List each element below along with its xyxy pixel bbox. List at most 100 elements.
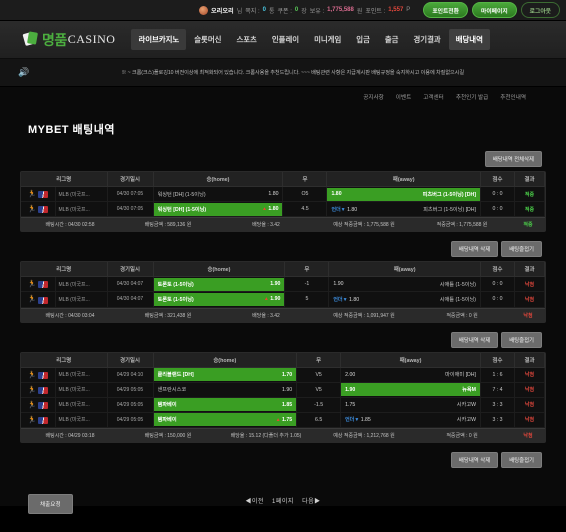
- stat-label-1: 쿠폰 :: [277, 8, 292, 15]
- nav-item-sports[interactable]: 스포츠: [229, 29, 263, 50]
- next-page-button[interactable]: 다음▶: [302, 499, 321, 505]
- match-score: 0 : 0: [480, 276, 515, 293]
- bet-option[interactable]: 언더▼ 1.80 시애틀 (1-5이닝): [329, 292, 480, 306]
- row-result: 낙첨: [514, 291, 545, 308]
- baseball-player-icon: 🏃: [27, 416, 37, 424]
- baseball-player-icon: 🏃: [27, 296, 37, 304]
- team-name: 토론토 (1-5이닝): [157, 296, 194, 303]
- league-flag-icon: [37, 371, 48, 379]
- table-row: 🏃 MLB (미국프... 04/30 07:05 워싱턴 [DH] (1-5이닝) …: [21, 186, 545, 203]
- sublink-support[interactable]: 고객센터: [423, 93, 444, 101]
- baseball-player-icon: 🏃: [27, 386, 37, 394]
- odd-value: 1.90: [270, 281, 281, 288]
- draw-handicap: 6.5: [296, 412, 342, 429]
- team-name: 시애틀 (1-5이닝): [439, 281, 476, 288]
- fold-block-button[interactable]: 배팅줄접기: [501, 331, 542, 348]
- draw-handicap: -1: [284, 276, 330, 293]
- team-name: 토론토 (1-5이닝): [157, 281, 194, 288]
- match-score: 0 : 0: [480, 201, 515, 218]
- league-flag-icon: [37, 191, 48, 199]
- delete-all-button[interactable]: 배당내역 전체삭제: [484, 151, 542, 167]
- table-row: 🏃 MLB (미국프... 04/30 04:07 토론토 (1-5이닝) ▲ 1.90…: [21, 291, 545, 308]
- bet-summary: 배팅시간 : 04/30 02:58 배팅금액 : 589,136 원 배당율 : …: [21, 217, 545, 232]
- home-cell: 샌프란시스코 1.90: [153, 382, 298, 398]
- bet-option[interactable]: 클리블랜드 [DH] 1.70: [153, 368, 297, 382]
- league-name: MLB (미국프...: [55, 276, 108, 293]
- bet-option[interactable]: 토론토 (1-5이닝) 1.90: [153, 277, 285, 291]
- sub-links: 공지사항 이벤트 고객센터 추천인기 발급 추천인내역: [0, 87, 566, 107]
- sublink-referral-history[interactable]: 추천인내역: [500, 93, 526, 101]
- top-bar-buttons: 포인트전환 마이페이지 로그아웃: [423, 2, 560, 18]
- odd-value: 1.70: [282, 371, 293, 378]
- table-header-row: 리그명 경기일시 승(home) 무 패(away) 점수 결과: [21, 262, 545, 278]
- match-datetime: 04/29 05:05: [107, 382, 154, 398]
- summary-hit: 적중금액 : 0 원: [446, 312, 478, 319]
- col-league: 리그명: [21, 172, 108, 187]
- logout-button[interactable]: 로그아웃: [520, 2, 560, 18]
- team-name: 샌프란시스코: [157, 387, 187, 394]
- bet-option[interactable]: 탬파베이 1.85: [153, 398, 297, 412]
- odd-value: 2.00: [345, 371, 356, 378]
- bet-option[interactable]: 탬파베이 ▲ 1.75: [153, 413, 297, 427]
- summary-time: 배팅시간 : 04/30 02:58: [45, 222, 95, 229]
- away-cell: 언더▼ 1.80 피츠버그 (1-5이닝) [DH]: [326, 201, 481, 218]
- nav-item-results[interactable]: 경기결과: [406, 29, 447, 50]
- prev-page-button[interactable]: ◀이전: [245, 499, 264, 505]
- row-result: 낙첨: [514, 382, 545, 398]
- odd-value: 언더▼ 1.80: [333, 296, 360, 303]
- bet-option[interactable]: 샌프란시스코 1.90: [153, 383, 297, 397]
- block-buttons: 배당내역 삭제 배팅줄접기: [20, 331, 546, 348]
- fold-block-button[interactable]: 배팅줄접기: [501, 241, 542, 258]
- bet-summary: 배팅시간 : 04/30 03:04 배팅금액 : 321,438 원 배당율 : …: [21, 307, 545, 322]
- bet-option[interactable]: 1.75 시카고W: [341, 398, 480, 412]
- nav-item-live-casino[interactable]: 라이브카지노: [131, 29, 187, 50]
- match-score: 0 : 0: [480, 291, 515, 308]
- bet-option[interactable]: 언더▼ 1.80 피츠버그 (1-5이닝) [DH]: [327, 202, 480, 216]
- nav-item-withdraw[interactable]: 출금: [378, 29, 406, 50]
- row-result: 낙첨: [514, 276, 545, 293]
- delete-block-button[interactable]: 배당내역 삭제: [450, 452, 499, 468]
- nav-item-minigame[interactable]: 미니게임: [307, 29, 348, 50]
- col-home: 승(home): [153, 352, 298, 368]
- col-result: 결과: [514, 352, 545, 368]
- nav-item-deposit[interactable]: 입금: [349, 29, 377, 50]
- draw-handicap: -1.5: [296, 397, 342, 413]
- sublink-event[interactable]: 이벤트: [396, 93, 411, 101]
- mypage-button[interactable]: 마이페이지: [471, 2, 517, 18]
- delete-block-button[interactable]: 배당내역 삭제: [450, 331, 499, 348]
- odd-value: 1.90: [282, 386, 293, 393]
- league-name: MLB (미국프...: [55, 201, 108, 218]
- point-exchange-button[interactable]: 포인트전환: [423, 2, 468, 18]
- bet-option[interactable]: 워싱턴 [DH] (1-5이닝) 1.80: [153, 187, 283, 201]
- fold-block-button[interactable]: 배팅줄접기: [501, 452, 542, 468]
- nav-item-inplay[interactable]: 인플레이: [265, 29, 306, 50]
- bet-option[interactable]: 언더▼ 1.85 시카고W: [341, 413, 480, 427]
- nav-item-slot[interactable]: 슬롯머신: [187, 29, 228, 50]
- bet-option[interactable]: 토론토 (1-5이닝) ▲ 1.90: [153, 292, 285, 306]
- summary-expected: 예상 적중금액 : 1,091,947 원: [333, 312, 395, 319]
- summary-time: 배팅시간 : 04/30 03:04: [45, 312, 95, 319]
- stat-unit-2: 원: [356, 8, 363, 15]
- site-logo[interactable]: 명품 CASINO: [22, 30, 115, 50]
- user-nickname: 오리오리: [210, 7, 234, 15]
- sublink-referral-issue[interactable]: 추천인기 발급: [456, 93, 488, 101]
- delete-block-button[interactable]: 배당내역 삭제: [450, 241, 499, 258]
- user-avatar-icon: [198, 5, 208, 15]
- match-score: 3 : 3: [480, 412, 515, 429]
- sublink-notice[interactable]: 공지사항: [363, 93, 384, 101]
- bet-option[interactable]: 워싱턴 [DH] (1-5이닝) ▲ 1.80: [153, 202, 283, 216]
- col-score: 점수: [480, 352, 515, 368]
- team-name: 피츠버그 (1-5이닝) [DH]: [423, 206, 476, 213]
- odd-up-icon: ▲: [261, 206, 267, 213]
- stat-label-0: 쪽지 :: [245, 8, 260, 15]
- nav-item-bet-history[interactable]: 배당내역: [448, 29, 490, 50]
- bet-option[interactable]: 1.90 뉴욕M: [341, 383, 480, 397]
- bet-option[interactable]: 1.80 피츠버그 (1-5이닝) [DH]: [327, 187, 480, 201]
- team-name: 시카고W: [456, 402, 476, 409]
- bet-option[interactable]: 2.00 마이애미 [DH]: [341, 368, 480, 382]
- sport-icons: 🏃: [21, 276, 56, 293]
- user-info: 오리오리 님 쪽지 : 0 통 쿠폰 : 0 장 보유 : 1,775,588 …: [198, 5, 410, 15]
- odd-value: 언더▼ 1.80: [331, 206, 358, 213]
- league-name: MLB (미국프...: [55, 291, 108, 308]
- bet-option[interactable]: 1.90 시애틀 (1-5이닝): [329, 277, 480, 291]
